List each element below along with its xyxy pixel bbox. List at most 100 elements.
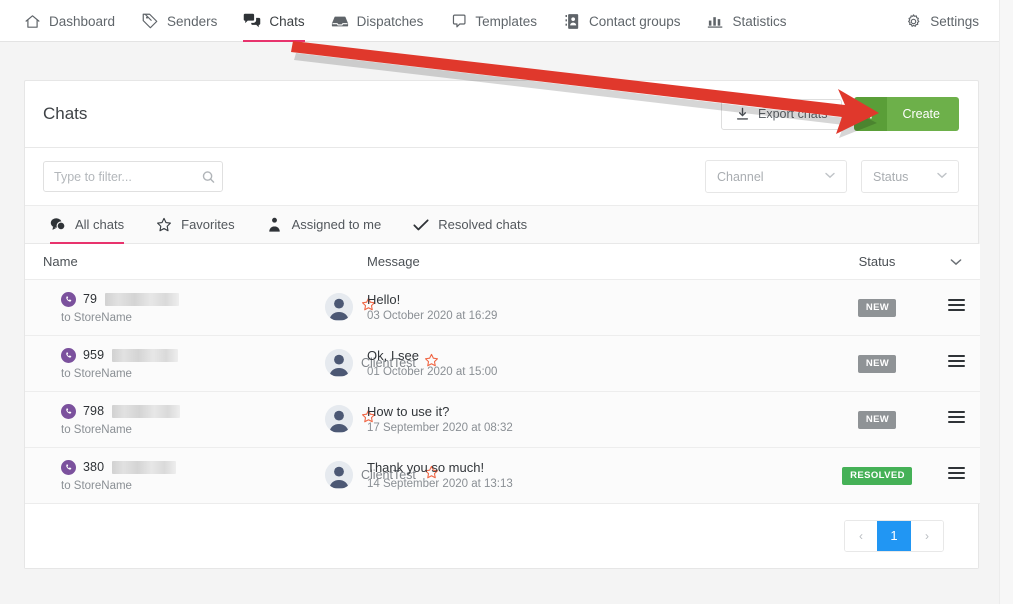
create-button[interactable]: + Create <box>854 97 959 131</box>
nav-item-chats[interactable]: Chats <box>230 0 317 42</box>
row-status-cell: RESOLVED <box>822 447 932 504</box>
tab-label-favorites: Favorites <box>181 217 235 232</box>
status-badge: NEW <box>857 411 897 429</box>
row-menu-icon[interactable] <box>947 296 965 314</box>
pagination-next[interactable]: › <box>911 520 943 551</box>
channel-select[interactable]: Channel <box>705 160 847 193</box>
row-menu-icon[interactable] <box>947 352 965 370</box>
nav-item-templates[interactable]: Templates <box>436 0 550 42</box>
chat-filter-tabs: All chats Favorites Assigned to me Resol… <box>25 205 978 244</box>
star-icon <box>156 217 172 233</box>
viber-icon <box>61 291 76 307</box>
pagination-prev[interactable]: ‹ <box>845 520 877 551</box>
filter-selects: Channel Status <box>705 160 959 193</box>
column-header-name[interactable]: Name <box>25 244 325 280</box>
page-scrollbar[interactable] <box>999 0 1013 604</box>
search-box <box>43 161 223 192</box>
status-badge: NEW <box>857 299 897 317</box>
tab-label-all-chats: All chats <box>75 217 125 232</box>
row-status-cell: NEW <box>822 335 932 392</box>
primary-nav-group: Dashboard Senders Chats Dispatches Templ… <box>10 0 800 42</box>
redacted-phone-block <box>105 292 180 306</box>
row-name-cell[interactable]: 79 to StoreName <box>25 279 325 336</box>
avatar <box>325 293 353 321</box>
nav-label-contact-groups: Contact groups <box>588 13 681 29</box>
viber-icon <box>61 347 76 363</box>
table-row[interactable]: 79 to StoreName Hello! 03 October 2020 a… <box>25 279 980 336</box>
column-header-status[interactable]: Status <box>822 244 932 280</box>
nav-item-senders[interactable]: Senders <box>128 0 230 42</box>
nav-item-settings[interactable]: Settings <box>891 0 999 42</box>
nav-item-statistics[interactable]: Statistics <box>694 0 800 42</box>
nav-label-dispatches: Dispatches <box>356 13 424 29</box>
chats-table-head: Name Message Status <box>25 244 980 280</box>
row-phone-number: 380 <box>83 460 105 474</box>
status-badge: RESOLVED <box>842 467 912 485</box>
export-chats-label: Export chats <box>757 107 828 121</box>
row-name-cell[interactable]: 798 to StoreName <box>25 391 325 448</box>
column-header-message[interactable]: Message <box>367 244 822 280</box>
bar-chart-icon <box>707 12 725 30</box>
viber-icon <box>61 459 76 475</box>
row-menu-icon[interactable] <box>947 464 965 482</box>
row-menu-cell[interactable] <box>932 447 980 504</box>
tab-favorites[interactable]: Favorites <box>140 206 250 243</box>
export-chats-button[interactable]: Export chats <box>720 98 843 130</box>
column-header-sort[interactable] <box>932 244 980 280</box>
column-header-avatar <box>325 244 367 280</box>
status-badge: NEW <box>857 355 897 373</box>
nav-item-dispatches[interactable]: Dispatches <box>318 0 437 42</box>
tab-label-assigned-to-me: Assigned to me <box>291 217 382 232</box>
row-store-label: to StoreName <box>61 423 132 436</box>
row-message-cell[interactable]: Hello! 03 October 2020 at 16:29 <box>367 279 822 336</box>
row-phone-number: 959 <box>83 348 105 362</box>
nav-item-dashboard[interactable]: Dashboard <box>10 0 128 42</box>
nav-item-contact-groups[interactable]: Contact groups <box>550 0 694 42</box>
tab-resolved-chats[interactable]: Resolved chats <box>397 206 543 243</box>
channel-select-label: Channel <box>717 169 764 184</box>
row-name-cell[interactable]: 959 to StoreName <box>25 335 325 392</box>
search-input[interactable] <box>43 161 223 192</box>
nav-label-templates: Templates <box>475 13 537 29</box>
avatar <box>325 349 353 377</box>
row-phone-number: 79 <box>83 292 98 306</box>
pagination-row: ‹ 1 › <box>25 503 978 568</box>
row-avatar-cell: ClientTest <box>325 335 438 392</box>
status-select-label: Status <box>873 169 909 184</box>
redacted-phone-block <box>112 460 177 474</box>
sort-chevron-icon <box>932 258 980 266</box>
row-phone-number: 798 <box>83 404 105 418</box>
chats-card: Chats Export chats + Create Type to filt… <box>24 80 980 569</box>
table-row[interactable]: 380 to StoreName ClientTest Thank you so… <box>25 447 980 504</box>
search-icon[interactable] <box>202 170 215 183</box>
row-name-cell[interactable]: 380 to StoreName <box>25 447 325 504</box>
row-menu-cell[interactable] <box>932 279 980 336</box>
row-store-label: to StoreName <box>61 479 132 492</box>
redacted-phone-block <box>112 348 179 362</box>
tab-all-chats[interactable]: All chats <box>43 206 140 244</box>
redacted-phone-block <box>112 404 181 418</box>
row-message-cell[interactable]: How to use it? 17 September 2020 at 08:3… <box>367 391 822 448</box>
row-menu-cell[interactable] <box>932 335 980 392</box>
chats-icon <box>50 217 66 233</box>
row-menu-icon[interactable] <box>947 408 965 426</box>
table-header-row: Name Message Status <box>25 244 980 280</box>
row-menu-cell[interactable] <box>932 391 980 448</box>
row-store-label: to StoreName <box>61 311 132 324</box>
table-row[interactable]: 798 to StoreName How to use it? 17 Septe… <box>25 391 980 448</box>
tab-assigned-to-me[interactable]: Assigned to me <box>251 206 398 243</box>
pagination-page-1[interactable]: 1 <box>877 520 911 551</box>
nav-label-dashboard: Dashboard <box>49 13 116 29</box>
status-select[interactable]: Status <box>861 160 959 193</box>
row-status-cell: NEW <box>822 391 932 448</box>
table-row[interactable]: 959 to StoreName ClientTest Ok, I see 01… <box>25 335 980 392</box>
viber-icon <box>61 403 76 419</box>
nav-label-settings: Settings <box>930 13 979 29</box>
nav-label-senders: Senders <box>167 13 218 29</box>
row-status-cell: NEW <box>822 279 932 336</box>
pagination: ‹ 1 › <box>844 519 944 552</box>
gear-icon <box>904 12 922 30</box>
row-message-date: 14 September 2020 at 13:13 <box>367 478 513 490</box>
row-message-text: Thank you so much! <box>367 460 485 475</box>
